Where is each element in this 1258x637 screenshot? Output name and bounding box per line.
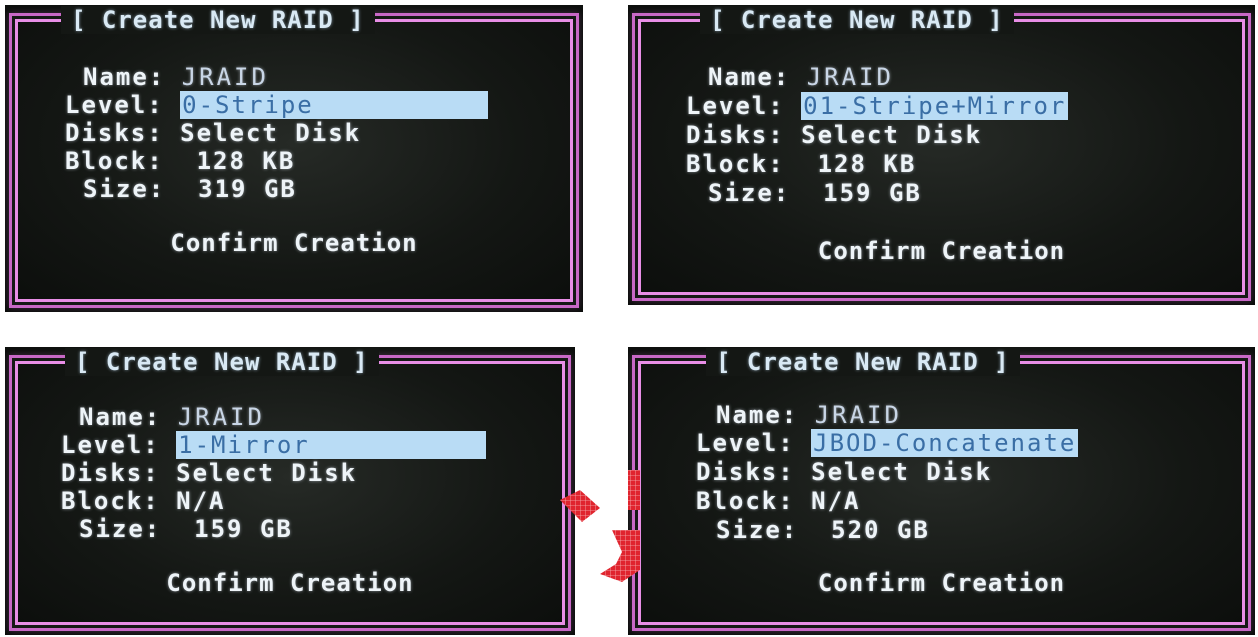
- disks-label: Disks:: [61, 459, 160, 487]
- size-value: 520 GB: [831, 516, 930, 544]
- size-value: 159 GB: [823, 179, 922, 207]
- block-value: 128 KB: [817, 150, 917, 178]
- disks-value[interactable]: Select Disk: [180, 119, 361, 147]
- size-label: Size:: [716, 516, 799, 544]
- confirm-creation-button[interactable]: Confirm Creation: [628, 569, 1255, 597]
- name-value[interactable]: JRAID: [807, 63, 894, 91]
- name-value[interactable]: JRAID: [178, 403, 265, 431]
- size-label: Size:: [708, 179, 791, 207]
- screen-title: [ Create New RAID ]: [5, 6, 583, 34]
- block-label: Block:: [696, 487, 795, 515]
- level-label: Level:: [696, 429, 795, 457]
- size-row: Size: 159 GB: [708, 179, 922, 207]
- level-row: Level: 0-Stripe: [65, 91, 489, 119]
- level-select[interactable]: 1-Mirror: [176, 431, 487, 459]
- raid-screen-stripe-mirror: [ Create New RAID ] Name: JRAID Level: 0…: [628, 5, 1255, 305]
- name-value[interactable]: JRAID: [182, 63, 269, 91]
- raid-screen-jbod: [ Create New RAID ] Name: JRAID Level: J…: [628, 347, 1255, 635]
- level-label: Level:: [686, 92, 785, 120]
- block-value: N/A: [176, 487, 226, 515]
- block-value: 128 KB: [196, 147, 296, 175]
- block-row: Block: N/A: [61, 487, 226, 515]
- name-value[interactable]: JRAID: [815, 401, 902, 429]
- disks-label: Disks:: [686, 121, 785, 149]
- name-label: Name:: [716, 401, 799, 429]
- name-label: Name:: [79, 403, 162, 431]
- size-label: Size:: [79, 515, 162, 543]
- level-label: Level:: [65, 91, 164, 119]
- block-row: Block: 128 KB: [686, 150, 916, 178]
- size-row: Size: 159 GB: [79, 515, 293, 543]
- confirm-creation-button[interactable]: Confirm Creation: [628, 237, 1255, 265]
- level-row: Level: 1-Mirror: [61, 431, 487, 459]
- level-select[interactable]: JBOD-Concatenate: [811, 429, 1079, 457]
- disks-row: Disks: Select Disk: [686, 121, 982, 149]
- disks-row: Disks: Select Disk: [61, 459, 357, 487]
- disks-row: Disks: Select Disk: [696, 458, 992, 486]
- size-row: Size: 520 GB: [716, 516, 930, 544]
- name-label: Name:: [708, 63, 791, 91]
- disks-label: Disks:: [65, 119, 164, 147]
- disks-row: Disks: Select Disk: [65, 119, 361, 147]
- block-label: Block:: [61, 487, 160, 515]
- screen-title: [ Create New RAID ]: [628, 348, 1255, 376]
- screen-title: [ Create New RAID ]: [5, 348, 575, 376]
- size-value: 159 GB: [194, 515, 293, 543]
- size-value: 319 GB: [198, 175, 297, 203]
- disks-value[interactable]: Select Disk: [811, 458, 992, 486]
- size-row: Size: 319 GB: [83, 175, 297, 203]
- screen-title: [ Create New RAID ]: [628, 6, 1255, 34]
- name-label: Name:: [83, 63, 166, 91]
- level-row: Level: JBOD-Concatenate: [696, 429, 1079, 457]
- name-row: Name: JRAID: [79, 403, 265, 431]
- name-row: Name: JRAID: [708, 63, 894, 91]
- confirm-creation-button[interactable]: Confirm Creation: [5, 569, 575, 597]
- block-value: N/A: [811, 487, 861, 515]
- name-row: Name: JRAID: [83, 63, 269, 91]
- block-row: Block: N/A: [696, 487, 861, 515]
- level-row: Level: 01-Stripe+Mirror: [686, 92, 1069, 120]
- disks-value[interactable]: Select Disk: [801, 121, 982, 149]
- block-label: Block:: [686, 150, 785, 178]
- raid-screen-stripe: [ Create New RAID ] Name: JRAID Level: 0…: [5, 5, 583, 312]
- level-select[interactable]: 01-Stripe+Mirror: [801, 92, 1069, 120]
- block-label: Block:: [65, 147, 164, 175]
- level-label: Level:: [61, 431, 160, 459]
- block-row: Block: 128 KB: [65, 147, 295, 175]
- raid-screen-mirror: [ Create New RAID ] Name: JRAID Level: 1…: [5, 347, 575, 635]
- disks-value[interactable]: Select Disk: [176, 459, 357, 487]
- level-select[interactable]: 0-Stripe: [180, 91, 489, 119]
- size-label: Size:: [83, 175, 166, 203]
- disks-label: Disks:: [696, 458, 795, 486]
- name-row: Name: JRAID: [716, 401, 902, 429]
- confirm-creation-button[interactable]: Confirm Creation: [5, 229, 583, 257]
